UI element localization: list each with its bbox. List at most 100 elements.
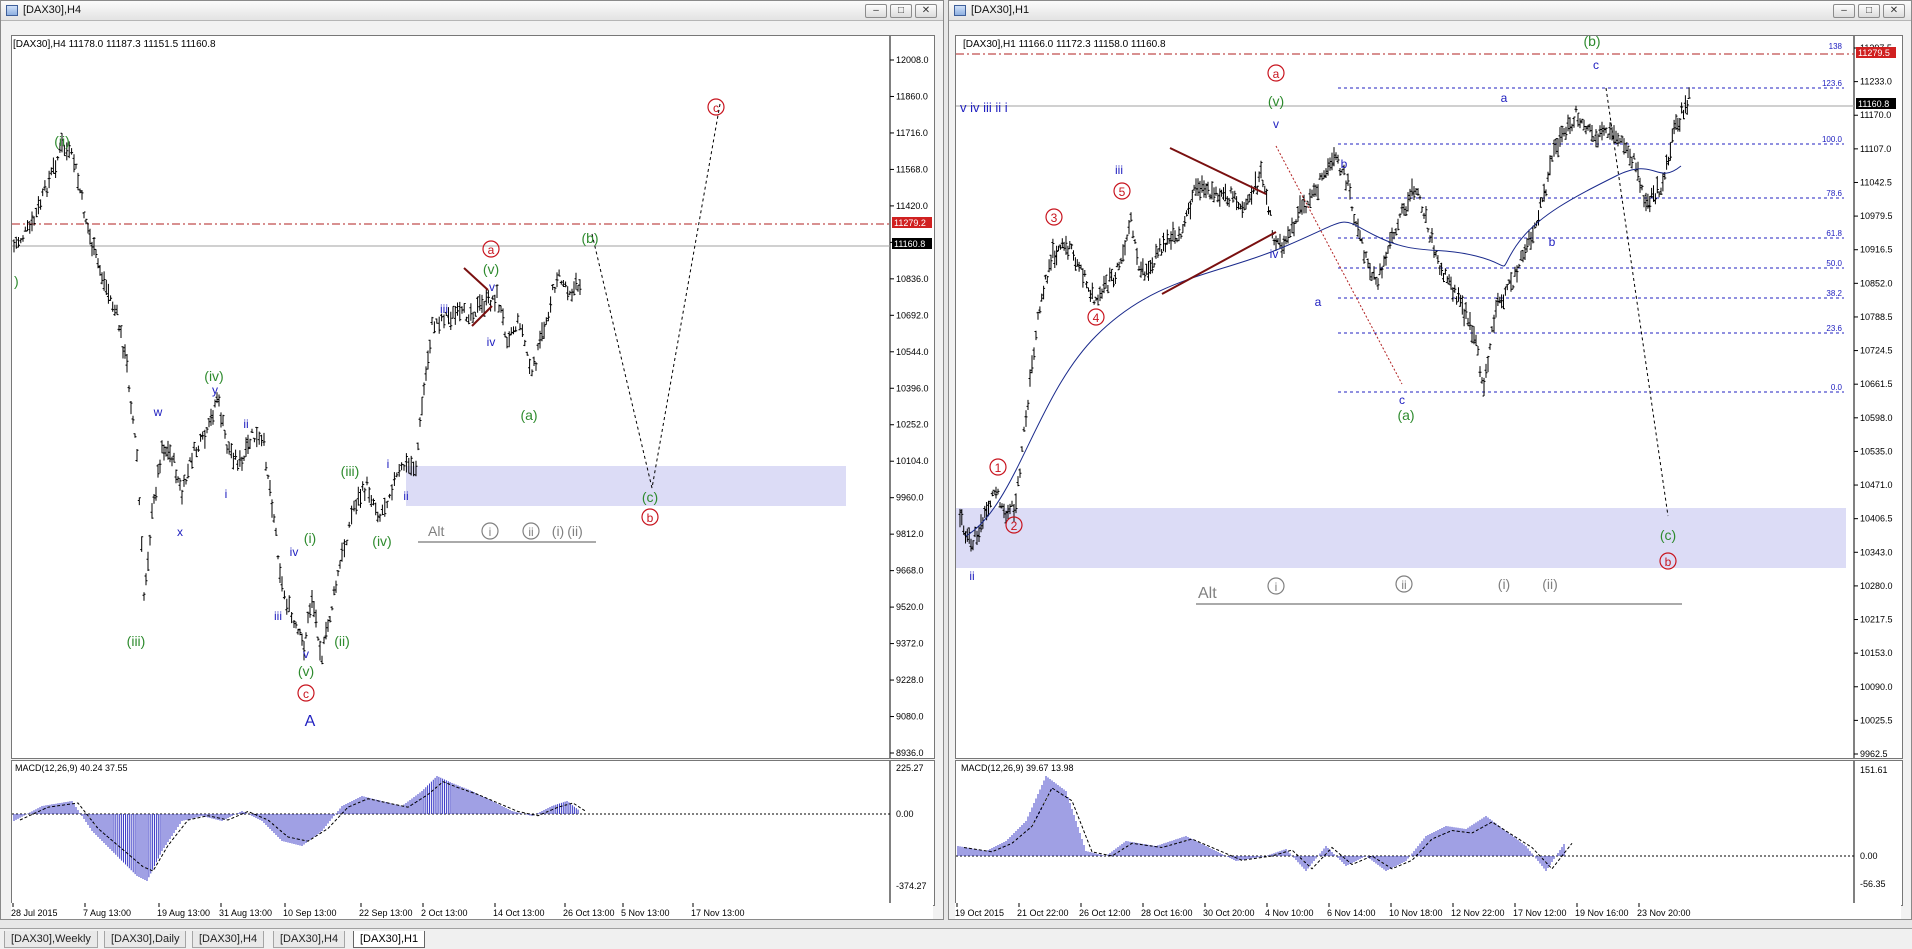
price-axis-label: 10661.5: [1860, 379, 1893, 389]
price-axis-label: 9962.5: [1860, 749, 1888, 759]
window-title: [DAX30],H4: [23, 4, 82, 16]
fib-level-label: 138: [1829, 42, 1843, 51]
price-axis-label: 10153.0: [1860, 648, 1893, 658]
triangle-lower-line: [1161, 231, 1277, 295]
wave-label-v-top: v: [489, 280, 495, 294]
wave-label-iv: (iv): [204, 368, 223, 384]
current-price-label: 11160.8: [1858, 99, 1889, 109]
wave-label-a-small: a: [1501, 91, 1508, 105]
price-axis-label: 10544.0: [896, 347, 929, 357]
wave-diagonal-line: [1275, 145, 1403, 385]
maximize-icon: □: [1865, 5, 1873, 16]
chart-tabs-bar: [DAX30],Weekly [DAX30],Daily [DAX30],H4 …: [0, 928, 1912, 949]
alt-label: Alt: [1198, 585, 1217, 602]
tab-dax30-h1[interactable]: [DAX30],H1: [353, 931, 426, 948]
price-axis-label: 10252.0: [896, 420, 929, 430]
date-label: 19 Nov 16:00: [1575, 908, 1629, 918]
date-label: 10 Sep 13:00: [283, 908, 337, 918]
time-axis-svg: 28 Jul 2015 7 Aug 13:00 19 Aug 13:00 31 Aug…: [11, 903, 745, 918]
h4-price-bars: [12, 132, 582, 665]
wave-label-ii-small: ii: [243, 417, 248, 431]
window-titlebar[interactable]: [DAX30],H4 – □ ✕: [1, 1, 943, 21]
wave-label-a-circle: a: [1273, 67, 1280, 81]
price-axis-label: 11107.0: [1860, 144, 1891, 154]
date-label: 2 Oct 13:00: [421, 908, 468, 918]
date-label: 14 Oct 13:00: [493, 908, 545, 918]
alt-wave-ii-paren: (ii): [1542, 576, 1558, 592]
minimize-button[interactable]: –: [1833, 4, 1855, 18]
macd-tick-min: -374.27: [896, 881, 927, 891]
wave-label-A: A: [305, 713, 316, 730]
macd-plot-area[interactable]: 225.27 0.00 -374.27: [11, 760, 935, 906]
date-label: 4 Nov 10:00: [1265, 908, 1314, 918]
close-button[interactable]: ✕: [1883, 4, 1905, 18]
wave-label-b-green: (b): [1583, 36, 1600, 49]
macd-plot-area[interactable]: 151.61 0.00 -56.35: [955, 760, 1903, 906]
price-axis-label: 10280.0: [1860, 581, 1893, 591]
date-label: 6 Nov 14:00: [1327, 908, 1376, 918]
macd-histogram-signal: [19, 781, 587, 872]
wave-label-c-circle: c: [303, 687, 309, 701]
maximize-button[interactable]: □: [890, 4, 912, 18]
price-axis-label: 10852.0: [1860, 278, 1893, 288]
wave-label-iii: iii: [1115, 163, 1123, 177]
macd-chart-svg: 225.27 0.00 -374.27: [12, 761, 927, 905]
wave-label-left-edge: ): [14, 273, 19, 289]
tab-dax30-daily[interactable]: [DAX30],Daily: [104, 931, 187, 948]
date-label: 22 Sep 13:00: [359, 908, 413, 918]
wave-label-v-green: (v): [1268, 93, 1284, 109]
price-plot-area[interactable]: 11297.511233.011170.011107.011042.510979…: [955, 35, 1903, 759]
maximize-button[interactable]: □: [1858, 4, 1880, 18]
minimize-icon: –: [1841, 5, 1847, 16]
chart-window-h4[interactable]: [DAX30],H4 – □ ✕ [DAX30],H4 11178.0 1118…: [0, 0, 944, 920]
wave-label-ii-blue: ii: [403, 489, 408, 503]
chart-window-h1[interactable]: [DAX30],H1 – □ ✕ [DAX30],H1 11166.0 1117…: [948, 0, 1912, 920]
wave-label-c-circle-target: c: [713, 101, 719, 115]
support-zone: [406, 466, 846, 506]
price-axis-label: 10406.5: [1860, 514, 1893, 524]
price-axis-label: 10916.5: [1860, 245, 1893, 255]
price-axis-label: 10396.0: [896, 383, 929, 393]
moving-average-line: [965, 165, 1682, 537]
price-axis-label: 10788.5: [1860, 312, 1893, 322]
wave-label-b-circle: b: [1665, 555, 1672, 569]
window-titlebar[interactable]: [DAX30],H1 – □ ✕: [949, 1, 1911, 21]
tab-dax30-weekly[interactable]: [DAX30],Weekly: [4, 931, 98, 948]
alt-wave-ii: ii: [528, 525, 533, 539]
price-axis-label: 9080.0: [896, 712, 924, 722]
price-axis-label: 9372.0: [896, 639, 924, 649]
macd-tick-zero: 0.00: [1860, 851, 1878, 861]
chart-window-icon: [6, 5, 18, 16]
alt-wave-ii: ii: [1401, 578, 1406, 592]
wave-label-1: 1: [995, 461, 1002, 475]
h1-price-bars: [958, 87, 1691, 552]
date-label: 17 Nov 13:00: [691, 908, 745, 918]
macd-histogram-signal: [963, 787, 1573, 870]
wave-label-b-circle: b: [647, 511, 654, 525]
price-axis-label: 10598.0: [1860, 413, 1893, 423]
close-button[interactable]: ✕: [915, 4, 937, 18]
wave-label-a-green: (a): [520, 407, 537, 423]
wave-label-v-small: v: [303, 647, 309, 661]
price-axis-label: 9812.0: [896, 529, 924, 539]
macd-tick-min: -56.35: [1860, 879, 1886, 889]
wave-label-iv-top: iv: [487, 335, 496, 349]
price-axis-label: 10836.0: [896, 274, 929, 284]
current-price-label: 11160.8: [894, 239, 925, 249]
date-label: 5 Nov 13:00: [621, 908, 670, 918]
wave-label-ii: (ii): [54, 133, 70, 149]
fib-level-label: 38.2: [1826, 289, 1842, 298]
wave-label-2: 2: [1011, 519, 1018, 533]
tab-dax30-h4-second[interactable]: [DAX30],H4: [273, 931, 346, 948]
tab-dax30-h4[interactable]: [DAX30],H4: [192, 931, 265, 948]
wave-label-iii-small: iii: [274, 609, 282, 623]
wave-label-c-green: (c): [1660, 527, 1676, 543]
minimize-button[interactable]: –: [865, 4, 887, 18]
price-axis-label: 11233.0: [1860, 77, 1892, 87]
wave-label-v: (v): [298, 663, 314, 679]
price-plot-area[interactable]: 12008.011860.011716.011568.011420.010984…: [11, 35, 935, 759]
price-axis-label: 10692.0: [896, 310, 929, 320]
date-label: 17 Nov 12:00: [1513, 908, 1567, 918]
time-axis: 19 Oct 2015 21 Oct 22:00 26 Oct 12:00 28 Oc…: [955, 903, 1901, 919]
wave-label-iii-green: (iii): [341, 463, 360, 479]
